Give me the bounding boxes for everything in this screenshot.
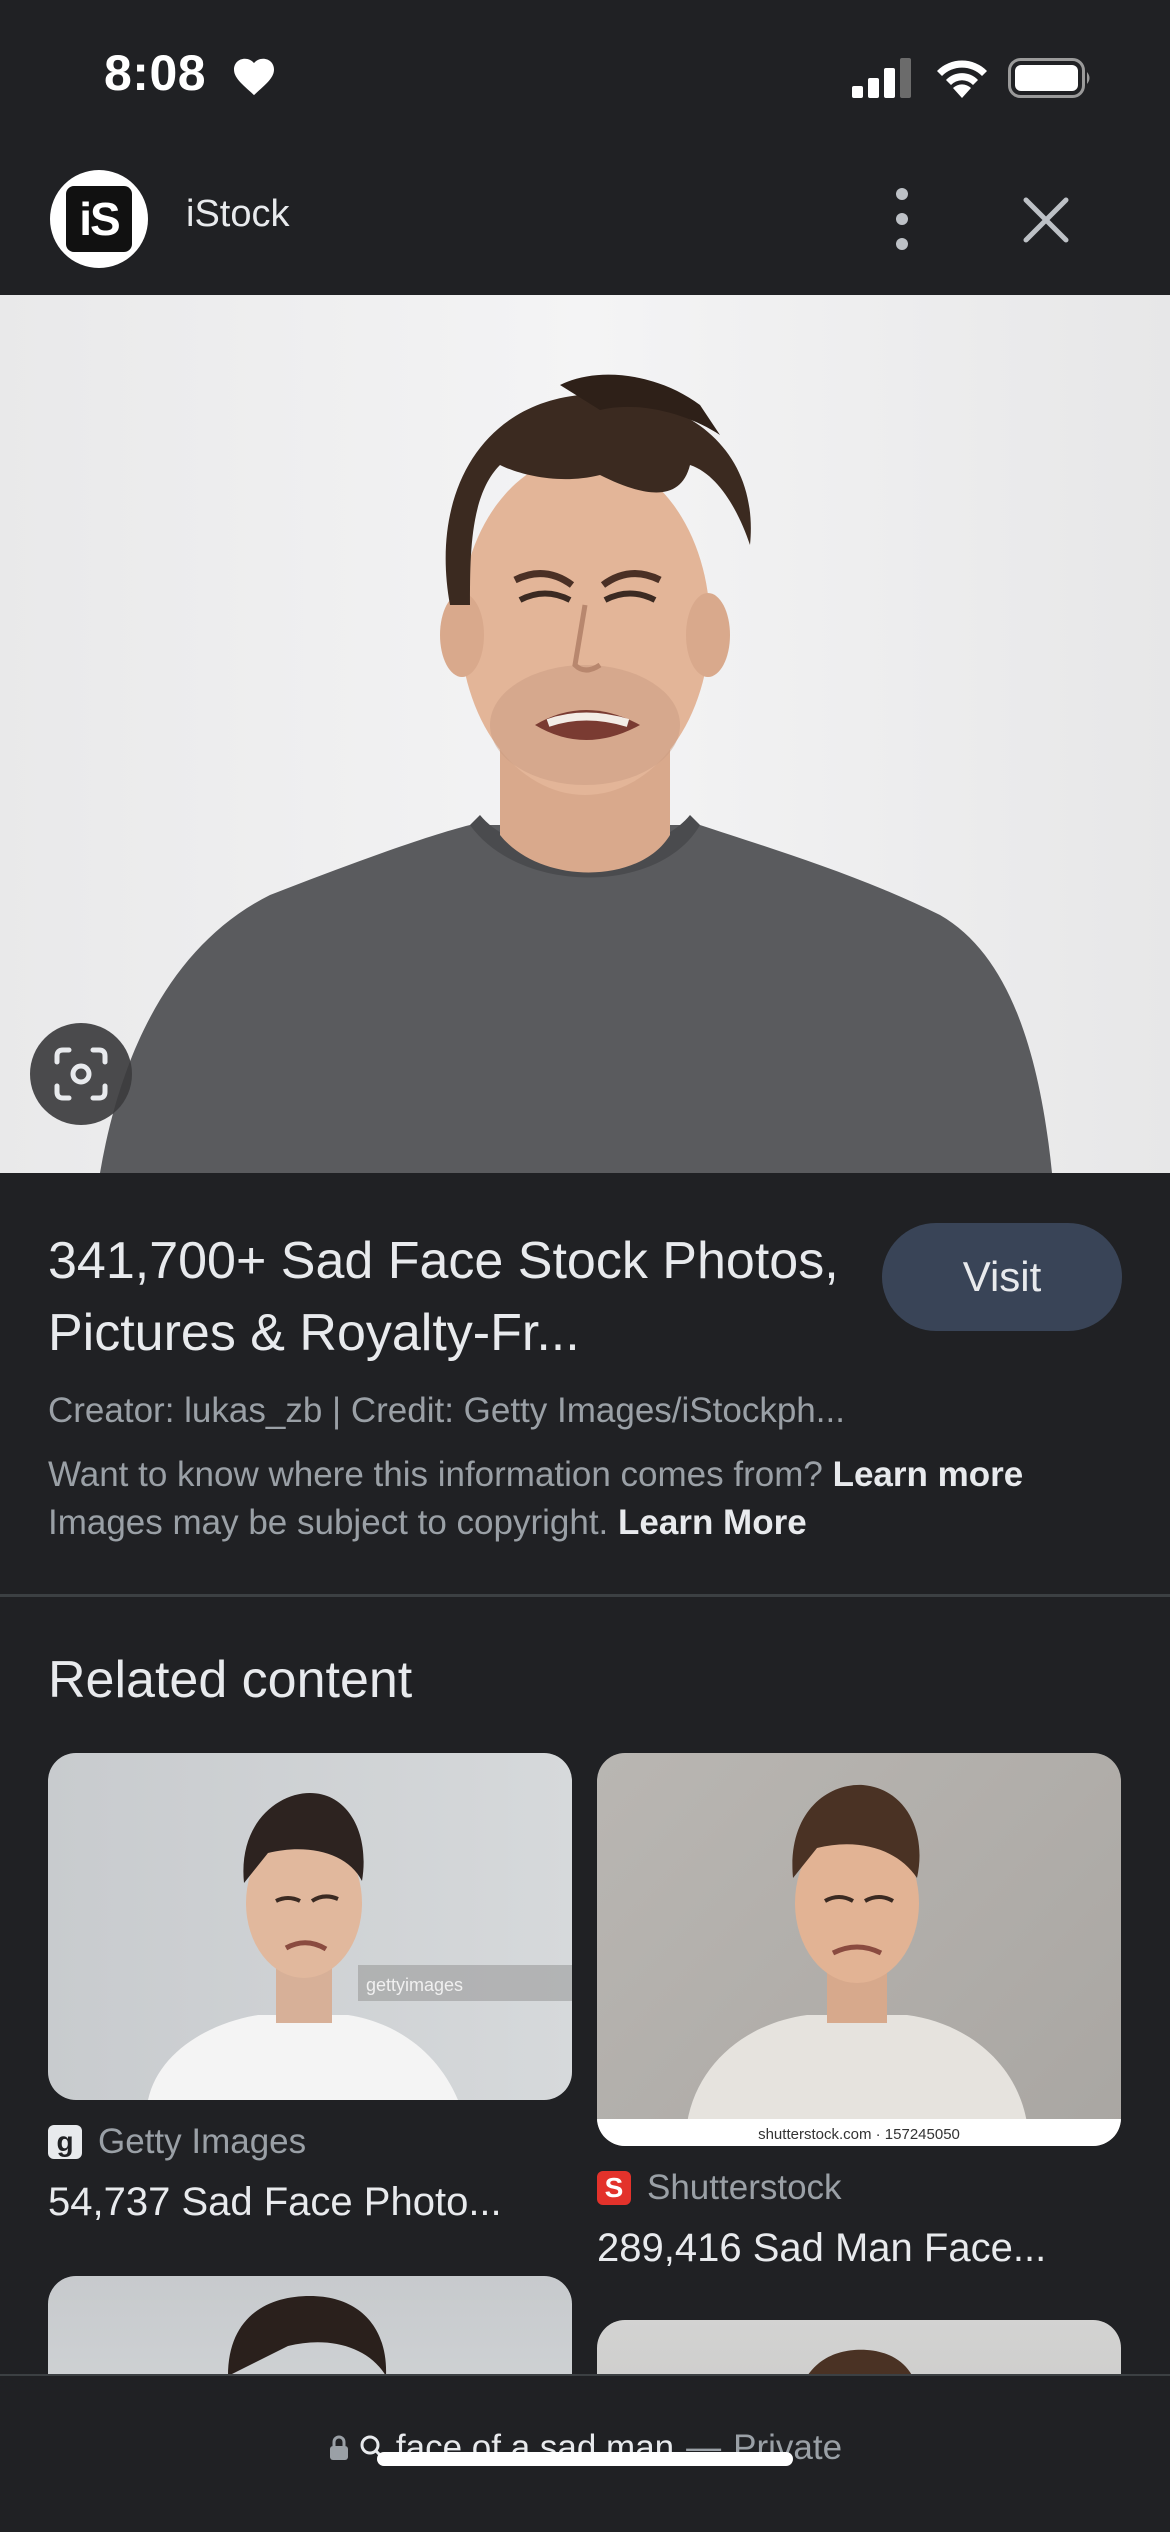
source-logo[interactable]: iS (50, 170, 148, 268)
source-logo-text: iS (66, 186, 132, 252)
lock-icon (329, 2435, 348, 2460)
home-indicator[interactable] (377, 2452, 793, 2466)
getty-favicon-icon: g (48, 2125, 82, 2159)
section-divider (0, 1594, 1170, 1597)
status-time: 8:08 (104, 45, 207, 101)
sad-man-photo (100, 374, 1052, 1173)
card-source-shutterstock[interactable]: S Shutterstock (597, 2168, 842, 2208)
lens-icon (54, 1047, 108, 1101)
visit-button[interactable]: Visit (882, 1223, 1122, 1331)
status-bar: 8:08 (0, 0, 1170, 150)
signal-icon (852, 58, 911, 98)
creator-credit: Creator: lukas_zb | Credit: Getty Images… (48, 1391, 845, 1430)
close-icon[interactable] (1016, 190, 1076, 250)
info-source-line: Want to know where this information come… (48, 1455, 1023, 1495)
result-info: 341,700+ Sad Face Stock Photos, Pictures… (0, 1173, 1170, 1595)
hero-image[interactable] (0, 295, 1170, 1173)
card-title[interactable]: 54,737 Sad Face Photo... (48, 2180, 568, 2225)
getty-watermark: gettyimages (366, 1975, 463, 1995)
card-source-name: Shutterstock (647, 2168, 842, 2207)
wifi-icon (937, 60, 987, 98)
getty-photo: gettyimages (148, 1793, 572, 2100)
shutterstock-favicon-icon: S (597, 2171, 631, 2205)
info-question: Want to know where this information come… (48, 1455, 823, 1494)
lens-button[interactable] (30, 1023, 132, 1125)
source-name[interactable]: iStock (186, 193, 289, 236)
related-content-title: Related content (48, 1651, 413, 1709)
heart-icon (234, 58, 274, 96)
related-card-image[interactable]: shutterstock.com · 157245050 (597, 1753, 1121, 2146)
battery-icon (1008, 58, 1090, 98)
info-learn-more-link[interactable]: Learn more (833, 1455, 1024, 1494)
source-header: iS iStock (0, 150, 1170, 295)
card-source-getty[interactable]: g Getty Images (48, 2122, 306, 2162)
related-card-image[interactable]: gettyimages (48, 1753, 572, 2100)
shutterstock-watermark: shutterstock.com · 157245050 (758, 2126, 960, 2143)
copyright-learn-more-link[interactable]: Learn More (618, 1503, 807, 1542)
copyright-text: Images may be subject to copyright. (48, 1503, 609, 1542)
card-title[interactable]: 289,416 Sad Man Face... (597, 2226, 1117, 2271)
shutterstock-photo: shutterstock.com · 157245050 (597, 1784, 1121, 2146)
more-vert-icon[interactable] (880, 180, 924, 258)
copyright-line: Images may be subject to copyright. Lear… (48, 1503, 807, 1543)
result-title[interactable]: 341,700+ Sad Face Stock Photos, Pictures… (48, 1225, 848, 1369)
card-source-name: Getty Images (98, 2122, 307, 2161)
